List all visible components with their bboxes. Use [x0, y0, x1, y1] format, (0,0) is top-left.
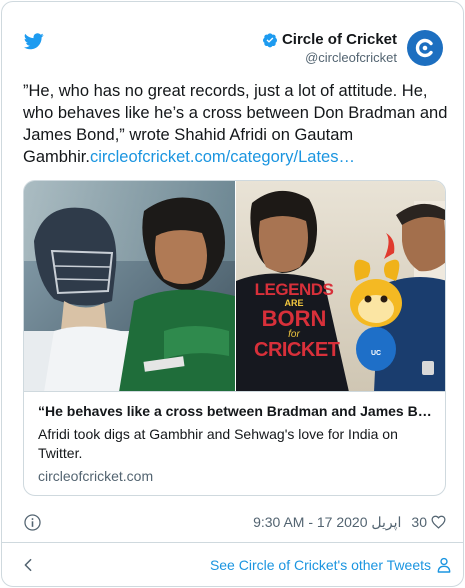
tweet-link[interactable]: circleofcricket.com/category/Lates… — [90, 148, 355, 166]
cricket-players-photo — [24, 181, 445, 391]
see-other-tweets[interactable]: See Circle of Cricket's other Tweets — [210, 557, 451, 573]
tweet-text: ”He, who has no great records, just a lo… — [23, 80, 448, 168]
tweet-footer: See Circle of Cricket's other Tweets — [2, 543, 463, 586]
card-description: Afridi took digs at Gambhir and Sehwag's… — [38, 426, 398, 461]
like-count: 30 — [411, 514, 427, 530]
twitter-bird-icon[interactable] — [24, 33, 44, 50]
shirt-line: LEGENDS — [254, 280, 334, 299]
shirt-line: BORN — [261, 306, 327, 331]
shirt-print: LEGENDS ARE BORN for CRICKET — [254, 280, 340, 361]
info-icon[interactable] — [23, 513, 42, 532]
link-preview-card[interactable]: LEGENDS ARE BORN for CRICKET UC “He beha… — [23, 180, 446, 496]
heart-icon[interactable] — [431, 515, 446, 529]
shirt-line: CRICKET — [254, 339, 340, 361]
timestamp[interactable]: 9:30 AM - 17 اپریل 2020 — [253, 514, 401, 531]
verified-badge-icon — [262, 32, 277, 47]
see-other-tweets-link[interactable]: See Circle of Cricket's other Tweets — [210, 557, 431, 573]
tweet-meta: 9:30 AM - 17 اپریل 2020 30 — [23, 511, 446, 533]
circle-of-cricket-logo-icon — [415, 38, 433, 58]
person-icon — [437, 557, 451, 573]
like-action[interactable]: 30 — [411, 514, 446, 530]
avatar[interactable] — [407, 30, 443, 66]
card-domain: circleofcricket.com — [38, 468, 154, 484]
author-name[interactable]: Circle of Cricket — [282, 31, 397, 48]
meta-right: 9:30 AM - 17 اپریل 2020 30 — [253, 514, 446, 531]
tweet-embed: Circle of Cricket @circleofcricket ”He, … — [1, 1, 464, 587]
chevron-left-icon[interactable] — [22, 558, 34, 572]
toy-badge: UC — [370, 350, 382, 357]
name-row: Circle of Cricket — [262, 31, 397, 48]
card-title[interactable]: “He behaves like a cross between Bradman… — [38, 403, 433, 419]
card-body[interactable]: “He behaves like a cross between Bradman… — [38, 403, 433, 484]
author-text: Circle of Cricket @circleofcricket — [262, 31, 397, 65]
card-image[interactable]: LEGENDS ARE BORN for CRICKET UC — [24, 181, 445, 392]
tweet-author[interactable]: Circle of Cricket @circleofcricket — [262, 30, 443, 66]
author-handle[interactable]: @circleofcricket — [262, 50, 397, 65]
